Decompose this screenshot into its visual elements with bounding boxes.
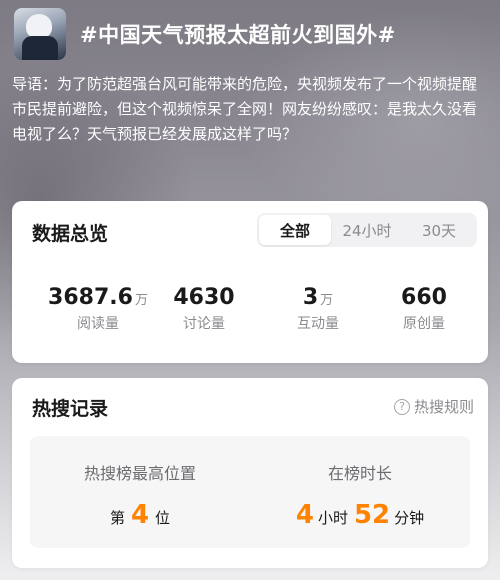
duration-column: 在榜时长 4 小时 52 分钟 (250, 460, 470, 530)
stat-original: 660 原创量 (364, 285, 484, 333)
minutes-unit: 分钟 (394, 509, 425, 527)
topic-intro: 导语：为了防范超强台风可能带来的危险，央视频发布了一个视频提醒市民提前避险，但这… (12, 75, 478, 143)
time-range-tabs: 全部 24小时 30天 (257, 213, 477, 247)
avatar-figure-head (26, 14, 52, 38)
duration-value: 4 小时 52 分钟 (250, 500, 470, 530)
hot-search-stats: 热搜榜最高位置 第 4 位 在榜时长 4 小时 52 分钟 (30, 436, 470, 548)
peak-prefix: 第 (109, 509, 125, 527)
peak-rank-value: 第 4 位 (30, 500, 250, 530)
overview-stats: 3687.6 万 阅读量 4630 讨论量 3万 互动量 660 原创量 (12, 285, 488, 345)
avatar-figure-body (22, 36, 58, 60)
stat-value: 660 (364, 285, 484, 310)
peak-rank-heading: 热搜榜最高位置 (83, 464, 196, 483)
stat-number: 4630 (173, 285, 235, 310)
tab-30d[interactable]: 30天 (403, 215, 475, 245)
peak-rank-column: 热搜榜最高位置 第 4 位 (30, 460, 250, 530)
stat-value: 3687.6 万 (38, 285, 158, 310)
stat-label: 原创量 (403, 316, 445, 332)
stat-label: 阅读量 (77, 316, 119, 332)
stat-number: 3 (302, 285, 319, 310)
hot-search-title: 热搜记录 (32, 398, 109, 420)
stat-discussions: 4630 讨论量 (144, 285, 264, 333)
overview-title: 数据总览 (32, 223, 109, 245)
stat-interactions: 3万 互动量 (258, 285, 378, 333)
tab-24h[interactable]: 24小时 (331, 215, 403, 245)
stat-label: 互动量 (297, 316, 339, 332)
duration-heading: 在榜时长 (327, 464, 392, 483)
stat-reads: 3687.6 万 阅读量 (38, 285, 158, 333)
tab-all[interactable]: 全部 (259, 215, 331, 245)
stat-label: 讨论量 (183, 316, 225, 332)
rules-label: 热搜规则 (413, 398, 474, 416)
hours-unit: 小时 (317, 509, 348, 527)
duration-minutes: 52 (353, 500, 391, 530)
duration-hours: 4 (295, 500, 314, 530)
topic-title: #中国天气预报太超前火到国外# (80, 23, 396, 47)
question-circle-icon: ? (393, 398, 410, 415)
data-overview-card: 数据总览 全部 24小时 30天 3687.6 万 阅读量 4630 讨论量 3万… (12, 201, 488, 363)
stat-unit: 万 (320, 293, 334, 308)
stat-number: 660 (401, 285, 447, 310)
stat-number: 3687.6 (48, 285, 133, 310)
peak-suffix: 位 (155, 509, 171, 527)
stat-value: 4630 (144, 285, 264, 310)
peak-number: 4 (130, 500, 150, 530)
hot-search-rules-link[interactable]: ? 热搜规则 (393, 396, 474, 417)
hot-search-card: 热搜记录 ? 热搜规则 热搜榜最高位置 第 4 位 在榜时长 4 小时 52 分… (12, 378, 488, 568)
topic-avatar[interactable] (14, 8, 66, 60)
stat-value: 3万 (258, 285, 378, 310)
topic-header: #中国天气预报太超前火到国外# (14, 6, 486, 62)
